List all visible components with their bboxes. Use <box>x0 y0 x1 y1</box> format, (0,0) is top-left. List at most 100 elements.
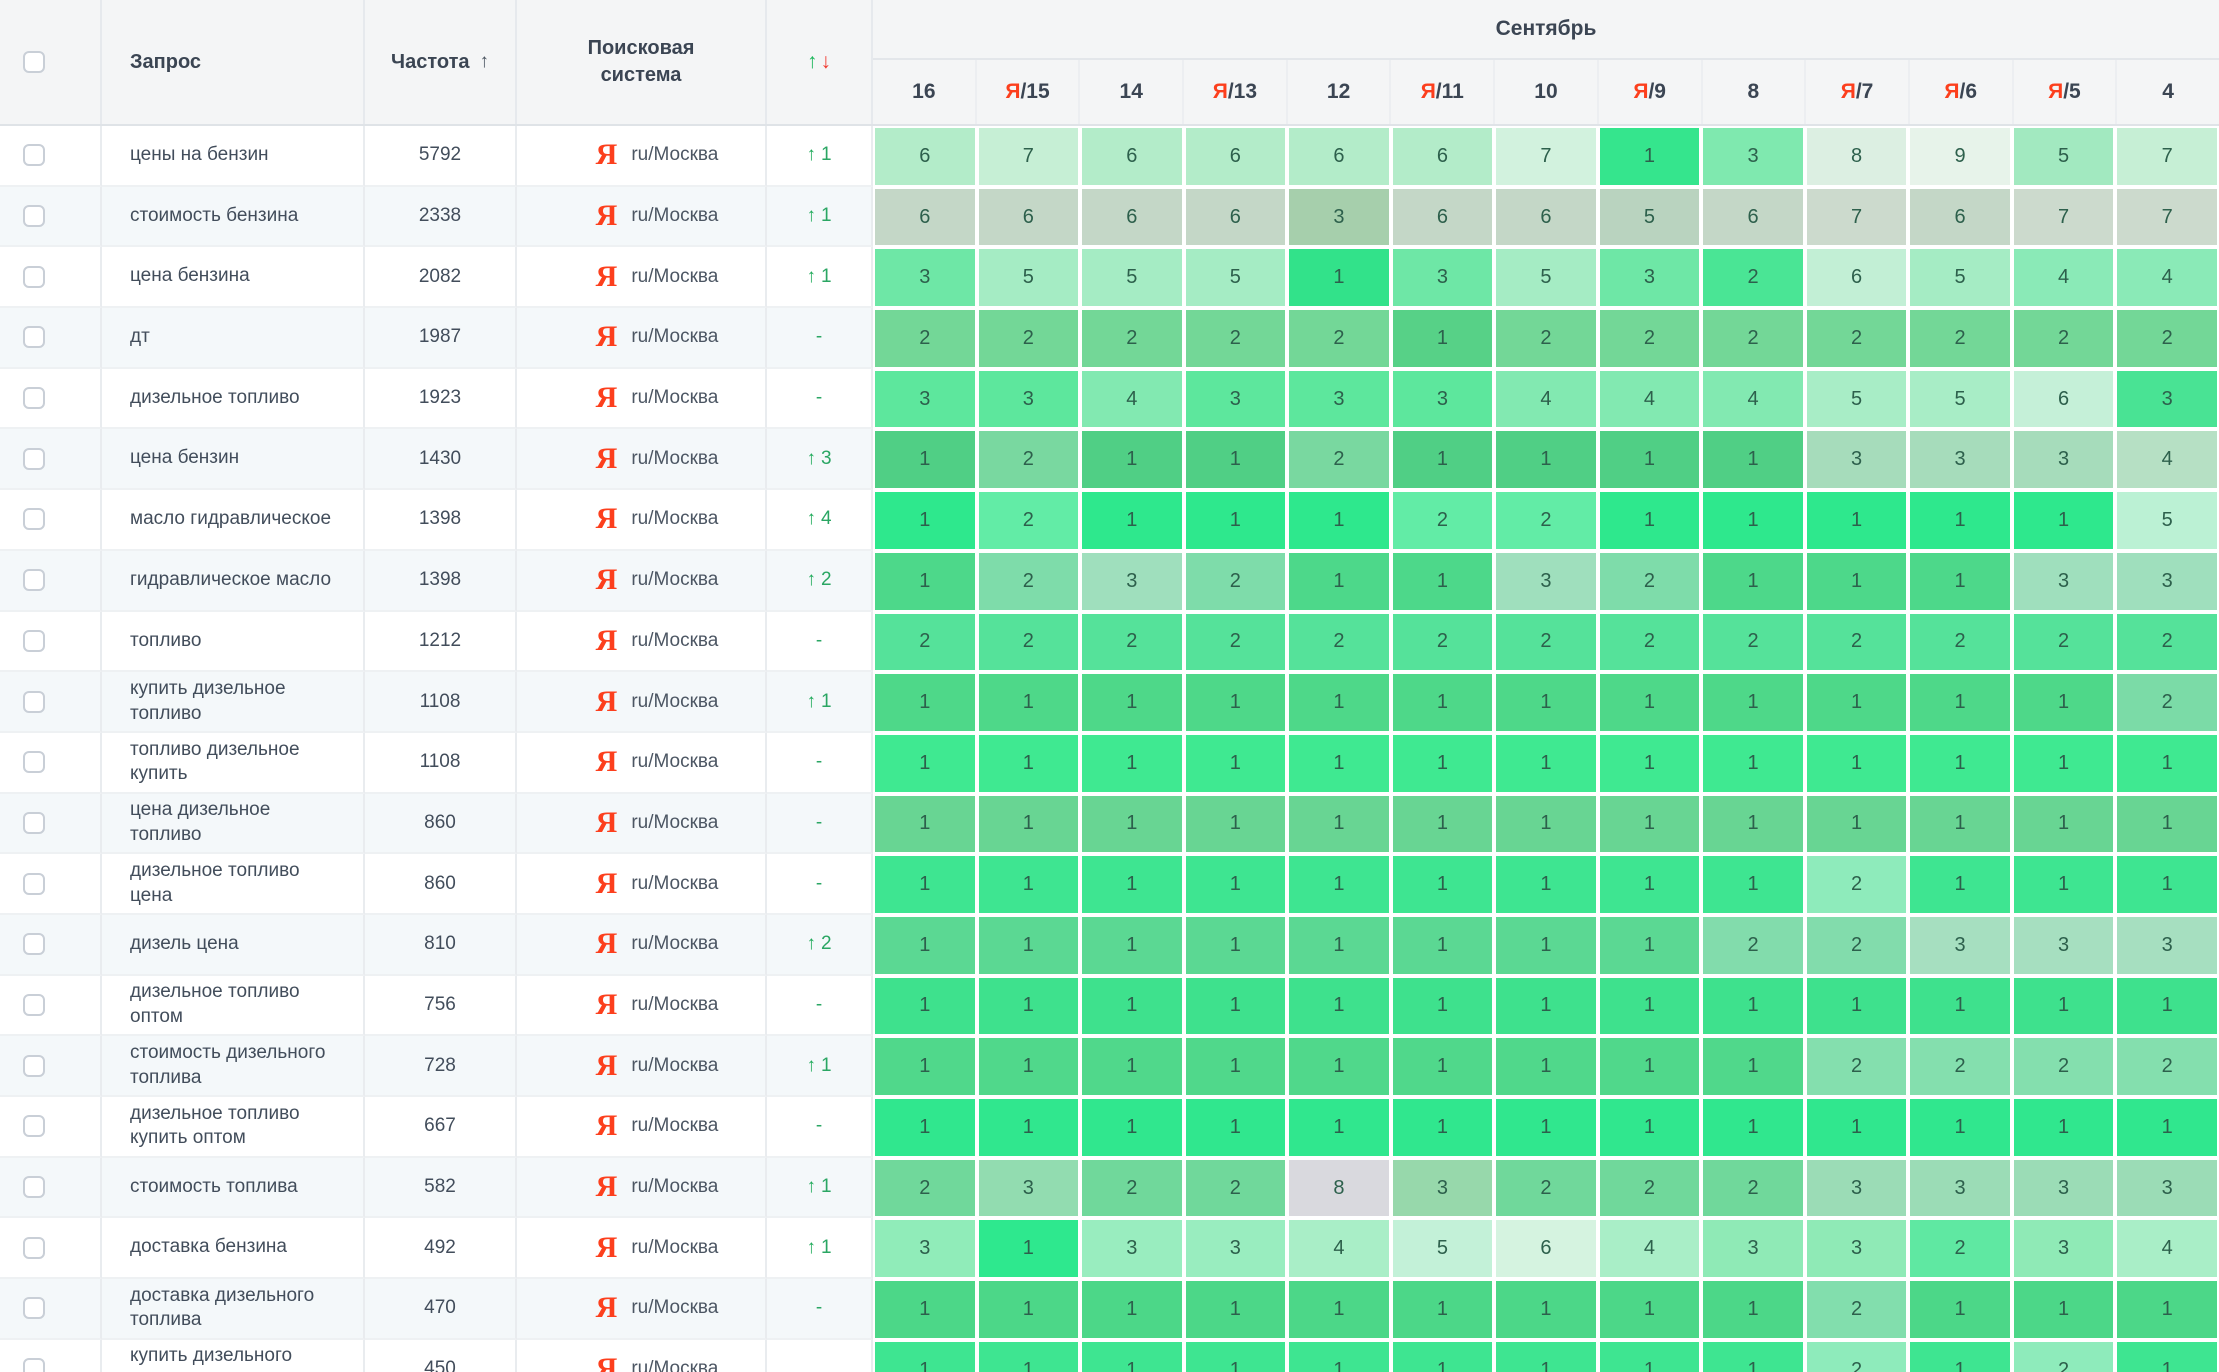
position-cell[interactable]: 3 <box>1080 1218 1184 1279</box>
position-cell[interactable]: 2 <box>1598 308 1702 369</box>
position-cell[interactable]: 6 <box>977 187 1081 248</box>
query-cell[interactable]: стоимость дизельного топлива <box>102 1036 365 1097</box>
position-cell[interactable]: 2 <box>1080 308 1184 369</box>
position-cell[interactable]: 1 <box>2115 976 2219 1037</box>
position-cell[interactable]: 1 <box>977 915 1081 976</box>
query-cell[interactable]: дизель цена <box>102 915 365 976</box>
position-cell[interactable]: 2 <box>873 308 977 369</box>
position-cell[interactable]: 2 <box>2115 612 2219 673</box>
position-cell[interactable]: 1 <box>977 1218 1081 1279</box>
position-cell[interactable]: 3 <box>2012 429 2116 490</box>
position-cell[interactable]: 4 <box>1080 369 1184 430</box>
position-cell[interactable]: 1 <box>873 854 977 915</box>
position-cell[interactable]: 4 <box>1287 1218 1391 1279</box>
position-cell[interactable]: 3 <box>2115 551 2219 612</box>
position-cell[interactable]: 2 <box>1598 551 1702 612</box>
position-cell[interactable]: 1 <box>1908 1097 2012 1158</box>
position-cell[interactable]: 5 <box>2115 490 2219 551</box>
date-column-header[interactable]: Я/11 <box>1391 60 1495 124</box>
position-cell[interactable]: 1 <box>1184 1340 1288 1372</box>
position-cell[interactable]: 2 <box>1184 612 1288 673</box>
position-cell[interactable]: 9 <box>1908 126 2012 187</box>
position-cell[interactable]: 1 <box>1391 733 1495 794</box>
position-cell[interactable]: 1 <box>1184 672 1288 733</box>
position-cell[interactable]: 1 <box>1287 915 1391 976</box>
position-cell[interactable]: 1 <box>1805 672 1909 733</box>
position-cell[interactable]: 1 <box>2012 1279 2116 1340</box>
position-cell[interactable]: 1 <box>1598 854 1702 915</box>
position-cell[interactable]: 1 <box>1391 915 1495 976</box>
position-cell[interactable]: 6 <box>1494 187 1598 248</box>
position-cell[interactable]: 1 <box>1080 1340 1184 1372</box>
position-cell[interactable]: 1 <box>2115 1279 2219 1340</box>
position-cell[interactable]: 1 <box>1080 429 1184 490</box>
position-cell[interactable]: 1 <box>1598 126 1702 187</box>
position-cell[interactable]: 3 <box>1391 1158 1495 1219</box>
position-cell[interactable]: 3 <box>1184 1218 1288 1279</box>
query-cell[interactable]: топливо дизельное купить <box>102 733 365 794</box>
position-cell[interactable]: 6 <box>1184 187 1288 248</box>
position-cell[interactable]: 1 <box>2012 794 2116 855</box>
position-cell[interactable]: 1 <box>1701 854 1805 915</box>
position-cell[interactable]: 1 <box>1184 1036 1288 1097</box>
position-cell[interactable]: 5 <box>1908 247 2012 308</box>
position-cell[interactable]: 1 <box>1391 854 1495 915</box>
position-cell[interactable]: 1 <box>977 976 1081 1037</box>
row-checkbox[interactable] <box>23 144 45 166</box>
position-cell[interactable]: 8 <box>1805 126 1909 187</box>
position-cell[interactable]: 1 <box>977 1036 1081 1097</box>
position-cell[interactable]: 1 <box>1080 854 1184 915</box>
position-cell[interactable]: 2 <box>2115 1036 2219 1097</box>
position-cell[interactable]: 7 <box>977 126 1081 187</box>
position-cell[interactable]: 2 <box>1805 1036 1909 1097</box>
position-cell[interactable]: 2 <box>1908 1036 2012 1097</box>
position-cell[interactable]: 2 <box>2012 612 2116 673</box>
position-cell[interactable]: 2 <box>1184 551 1288 612</box>
position-cell[interactable]: 3 <box>1908 1158 2012 1219</box>
position-cell[interactable]: 1 <box>1598 976 1702 1037</box>
query-cell[interactable]: дт <box>102 308 365 369</box>
position-cell[interactable]: 1 <box>1391 976 1495 1037</box>
position-cell[interactable]: 3 <box>1287 369 1391 430</box>
position-cell[interactable]: 1 <box>873 1340 977 1372</box>
position-cell[interactable]: 1 <box>1598 672 1702 733</box>
position-cell[interactable]: 1 <box>1287 1097 1391 1158</box>
query-cell[interactable]: дизельное топливо купить оптом <box>102 1097 365 1158</box>
row-checkbox[interactable] <box>23 326 45 348</box>
row-checkbox[interactable] <box>23 873 45 895</box>
position-cell[interactable]: 3 <box>977 369 1081 430</box>
position-cell[interactable]: 5 <box>977 247 1081 308</box>
row-checkbox[interactable] <box>23 508 45 530</box>
position-cell[interactable]: 1 <box>873 672 977 733</box>
position-cell[interactable]: 2 <box>1701 1158 1805 1219</box>
position-cell[interactable]: 3 <box>1391 247 1495 308</box>
position-cell[interactable]: 3 <box>1805 429 1909 490</box>
position-cell[interactable]: 2 <box>1805 1279 1909 1340</box>
position-cell[interactable]: 2 <box>873 1158 977 1219</box>
position-cell[interactable]: 1 <box>1701 794 1805 855</box>
position-cell[interactable]: 3 <box>873 247 977 308</box>
row-checkbox[interactable] <box>23 1055 45 1077</box>
query-cell[interactable]: цена бензин <box>102 429 365 490</box>
position-cell[interactable]: 3 <box>1701 126 1805 187</box>
position-cell[interactable]: 1 <box>1391 1097 1495 1158</box>
position-cell[interactable]: 3 <box>1598 247 1702 308</box>
position-cell[interactable]: 2 <box>1287 429 1391 490</box>
position-cell[interactable]: 2 <box>2115 308 2219 369</box>
position-cell[interactable]: 1 <box>2115 794 2219 855</box>
position-cell[interactable]: 2 <box>2012 1340 2116 1372</box>
position-cell[interactable]: 1 <box>2012 976 2116 1037</box>
position-cell[interactable]: 2 <box>1701 612 1805 673</box>
row-checkbox[interactable] <box>23 691 45 713</box>
position-cell[interactable]: 1 <box>1391 1279 1495 1340</box>
position-cell[interactable]: 1 <box>2012 672 2116 733</box>
row-checkbox[interactable] <box>23 812 45 834</box>
position-cell[interactable]: 1 <box>1598 490 1702 551</box>
position-cell[interactable]: 4 <box>1701 369 1805 430</box>
query-cell[interactable]: стоимость топлива <box>102 1158 365 1219</box>
position-cell[interactable]: 3 <box>2012 915 2116 976</box>
position-cell[interactable]: 2 <box>1908 308 2012 369</box>
position-cell[interactable]: 7 <box>2115 126 2219 187</box>
position-cell[interactable]: 1 <box>1287 794 1391 855</box>
position-cell[interactable]: 1 <box>1494 672 1598 733</box>
